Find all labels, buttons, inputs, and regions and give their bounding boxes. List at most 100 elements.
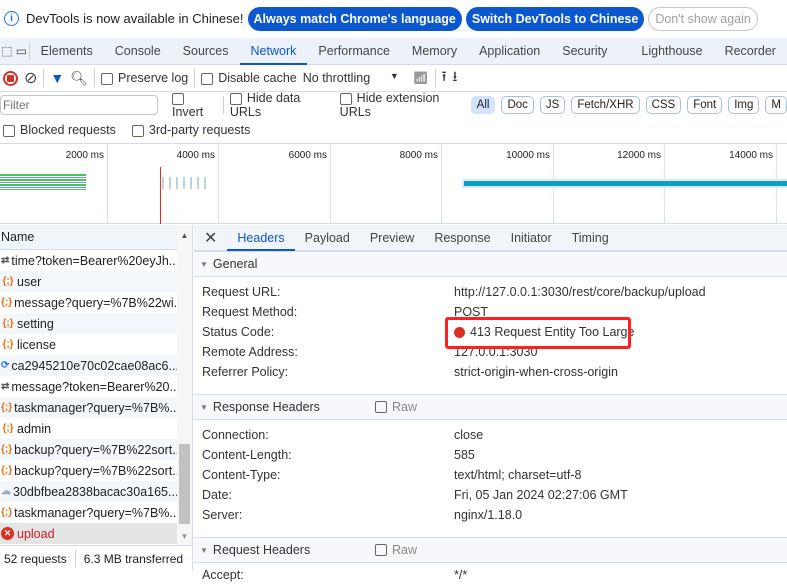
request-name: taskmanager?query=%7B%...	[14, 505, 177, 520]
request-row[interactable]: ⇄ message?token=Bearer%20...	[0, 376, 177, 397]
request-list-scrollbar[interactable]: ▲ ▼	[177, 225, 192, 545]
type-filter-img[interactable]: Img	[728, 96, 760, 114]
tab-timing[interactable]: Timing	[562, 225, 619, 251]
response-headers-section-header[interactable]: ▼ Response Headers Raw	[194, 394, 787, 420]
tab-initiator[interactable]: Initiator	[501, 225, 562, 251]
request-name: 30dbfbea2838bacac30a165...	[13, 484, 177, 499]
type-filter-js[interactable]: JS	[539, 96, 566, 114]
inspect-element-icon[interactable]: ⬚	[0, 44, 14, 58]
type-filter-font[interactable]: Font	[687, 96, 723, 114]
blocked-requests-label: Blocked requests	[20, 123, 116, 137]
type-filter-css[interactable]: CSS	[645, 96, 682, 114]
timeline-gridline	[330, 144, 331, 224]
clear-icon[interactable]: ⊘	[24, 68, 37, 88]
divider	[43, 69, 45, 87]
general-section-header[interactable]: ▼ General	[194, 251, 787, 277]
request-name: backup?query=%7B%22sort...	[14, 442, 177, 457]
fetch-icon: {;}	[2, 318, 14, 329]
tab-memory[interactable]: Memory	[401, 38, 468, 65]
header-name: Server:	[202, 508, 243, 522]
dont-show-button[interactable]: Don't show again	[648, 6, 758, 31]
triangle-down-icon: ▼	[200, 259, 208, 269]
status-highlight-box	[445, 317, 631, 349]
request-row[interactable]: {;} taskmanager?query=%7B%...	[0, 502, 177, 523]
tick-label: 4000 ms	[176, 150, 215, 161]
preserve-log-label: Preserve log	[118, 71, 189, 85]
request-row[interactable]: {;} backup?query=%7B%22sort...	[0, 460, 177, 481]
header-name: Content-Type:	[202, 468, 281, 482]
tab-payload[interactable]: Payload	[295, 225, 360, 251]
request-row[interactable]: ⇄ time?token=Bearer%20eyJh...	[0, 250, 177, 271]
request-row[interactable]: ☁ 30dbfbea2838bacac30a165...	[0, 481, 177, 502]
type-filter-fetch-xhr[interactable]: Fetch/XHR	[571, 96, 640, 114]
search-icon[interactable]: 🔍︎	[70, 70, 88, 87]
type-filter-media[interactable]: M	[765, 96, 787, 114]
language-infobar: i DevTools is now available in Chinese! …	[0, 0, 787, 37]
scroll-down-icon[interactable]: ▼	[177, 532, 192, 541]
preserve-log-checkbox[interactable]: Preserve log	[101, 71, 188, 85]
mid-requests-bars	[162, 177, 207, 189]
scroll-up-icon[interactable]: ▲	[177, 231, 192, 240]
filter-funnel-icon[interactable]: ▼	[50, 70, 64, 86]
fetch-icon: {;}	[2, 423, 14, 434]
tab-network[interactable]: Network	[239, 38, 308, 65]
request-row[interactable]: {;} backup?query=%7B%22sort...	[0, 439, 177, 460]
network-conditions-icon[interactable]: 📶︎	[413, 71, 429, 86]
tick-label: 14000 ms	[729, 150, 773, 161]
close-icon[interactable]: ✕	[194, 228, 227, 248]
divider	[222, 96, 224, 114]
divider	[434, 69, 436, 87]
request-name: message?token=Bearer%20...	[11, 379, 177, 394]
request-row[interactable]: {;} taskmanager?query=%7B%...	[0, 397, 177, 418]
tab-headers[interactable]: Headers	[227, 225, 295, 251]
switch-chinese-button[interactable]: Switch DevTools to Chinese	[465, 6, 645, 31]
name-column-header[interactable]: Name	[0, 225, 177, 250]
request-row[interactable]: ⟳ ca2945210e70c02cae08ac6...	[0, 355, 177, 376]
tab-recorder[interactable]: Recorder	[714, 38, 787, 65]
scrollbar-thumb[interactable]	[179, 444, 190, 524]
header-row: Request URL: http://127.0.0.1:3030/rest/c…	[194, 282, 787, 302]
request-headers-section-header[interactable]: ▼ Request Headers Raw	[194, 537, 787, 563]
request-row[interactable]: {;} license	[0, 334, 177, 355]
tick-label: 8000 ms	[399, 150, 438, 161]
tab-lighthouse[interactable]: Lighthouse	[630, 38, 713, 65]
request-name: user	[17, 274, 42, 289]
header-row: Server: nginx/1.18.0	[194, 505, 787, 525]
request-row[interactable]: {;} setting	[0, 313, 177, 334]
device-toolbar-icon[interactable]: ▭	[14, 44, 29, 58]
request-row[interactable]: {;} admin	[0, 418, 177, 439]
hide-data-urls-checkbox[interactable]: Hide data URLs	[229, 91, 328, 119]
raw-checkbox[interactable]: Raw	[375, 400, 417, 414]
fetch-icon: {;}	[2, 276, 14, 287]
third-party-label: 3rd-party requests	[148, 123, 251, 137]
tab-preview[interactable]: Preview	[360, 225, 424, 251]
type-filter-all[interactable]: All	[470, 96, 496, 114]
tab-response[interactable]: Response	[424, 225, 500, 251]
tab-elements[interactable]: Elements	[30, 38, 104, 65]
request-row[interactable]: ✕ upload	[0, 523, 177, 544]
match-language-button[interactable]: Always match Chrome's language	[247, 6, 462, 31]
tab-sources[interactable]: Sources	[172, 38, 240, 65]
type-filter-doc[interactable]: Doc	[501, 96, 534, 114]
filter-input[interactable]	[0, 95, 158, 115]
raw-label: Raw	[392, 543, 418, 557]
request-row[interactable]: {;} user	[0, 271, 177, 292]
raw-checkbox[interactable]: Raw	[375, 543, 417, 557]
network-overview-timeline[interactable]: 2000 ms 4000 ms 6000 ms 8000 ms 10000 ms…	[0, 143, 787, 224]
request-row[interactable]: {;} message?query=%7B%22wi...	[0, 292, 177, 313]
invert-checkbox[interactable]: Invert	[172, 91, 217, 119]
export-har-icon[interactable]: ⭳	[453, 66, 458, 90]
third-party-checkbox[interactable]: 3rd-party requests	[131, 123, 251, 137]
blocked-requests-checkbox[interactable]: Blocked requests	[3, 123, 116, 137]
request-name: time?token=Bearer%20eyJh...	[11, 253, 177, 268]
tab-console[interactable]: Console	[104, 38, 172, 65]
tab-performance[interactable]: Performance	[307, 38, 401, 65]
hide-extension-urls-checkbox[interactable]: Hide extension URLs	[339, 91, 465, 119]
tab-security[interactable]: Security	[551, 38, 618, 65]
disable-cache-checkbox[interactable]: Disable cache	[201, 71, 297, 85]
tab-application[interactable]: Application	[468, 38, 551, 65]
import-har-icon[interactable]: ⭱	[442, 66, 447, 90]
record-stop-icon[interactable]	[3, 70, 18, 86]
invert-label: Invert	[172, 105, 204, 119]
throttling-select[interactable]: No throttling ▼	[303, 71, 399, 85]
